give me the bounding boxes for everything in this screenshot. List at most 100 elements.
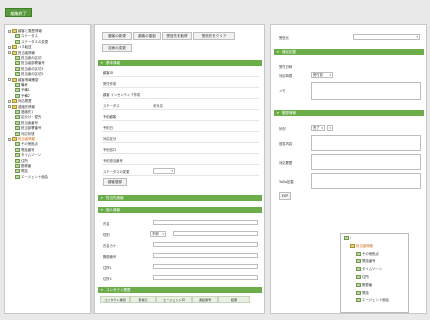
tree-item-label: その他拠点 <box>21 142 38 147</box>
basic-field-value: 未対応 <box>153 104 163 108</box>
person-field-input[interactable] <box>153 242 258 247</box>
popup-tree-label: 住所 <box>362 275 369 279</box>
copy-customer-button[interactable]: 顧客の複製 <box>133 32 161 40</box>
response-time-select[interactable]: 受付前 <box>311 72 333 78</box>
change-tech-button[interactable]: 技術の変更 <box>102 44 132 52</box>
person-field-input[interactable] <box>153 253 258 258</box>
contact-column-header[interactable]: 受信元 <box>130 296 156 303</box>
field-icon <box>15 93 20 98</box>
status-change-select[interactable] <box>153 168 175 174</box>
field-icon <box>15 56 20 60</box>
tree-item[interactable]: タイムゾーン <box>15 153 41 158</box>
field-icon <box>15 164 20 168</box>
tree-item[interactable]: ハネ転送 <box>8 45 32 50</box>
register-customer-button[interactable]: 顧客登録 <box>103 178 127 186</box>
row-divider <box>102 109 259 110</box>
expand-toggle-icon[interactable] <box>8 105 11 109</box>
receiver-label: 受信元 <box>279 36 289 40</box>
section-contact-header[interactable]: コンタクト履歴 <box>98 287 262 293</box>
answer-textarea[interactable] <box>311 135 421 151</box>
section-other-header[interactable]: 補足記載 <box>274 49 424 55</box>
contact-column-header[interactable]: 通話番号 <box>192 296 218 303</box>
clear-receiver-button[interactable]: 受信先をクリア <box>193 32 235 40</box>
popup-tree-item[interactable]: タイムゾーン <box>356 267 382 272</box>
field-icon <box>15 72 20 77</box>
tree-item[interactable]: 担当者の区切2 <box>15 72 44 77</box>
folder-icon <box>12 50 17 55</box>
field-tree-panel: 顧客と履歴情報 ステータス ステータスの変更 ハネ転送 担当者情報 担当者の区切 担当者部署… <box>4 24 91 314</box>
section-basic-header[interactable]: 基本情報 <box>98 60 262 66</box>
status-sub-select[interactable] <box>327 125 333 131</box>
popup-tree-item[interactable]: 電話番号 <box>356 259 376 264</box>
person-field-label: 氏名カナ <box>103 244 117 248</box>
tree-item[interactable]: 担当者部署番号 <box>15 61 45 66</box>
field-icon <box>15 142 20 147</box>
tree-item[interactable]: ステータス <box>15 34 38 39</box>
popup-tree-item[interactable]: 担当者情報 <box>350 243 373 249</box>
popup-tree-label: その他拠点 <box>362 251 379 256</box>
row-divider <box>102 131 259 132</box>
section-person-header[interactable]: 個人情報 <box>98 207 262 213</box>
expand-toggle-icon[interactable] <box>8 51 11 55</box>
tree-item[interactable]: 顧客情報確認 <box>8 77 38 83</box>
receiver-select[interactable] <box>353 34 420 40</box>
person-field-input[interactable] <box>173 231 258 236</box>
tree-item[interactable]: 担当部署番号 <box>15 126 41 131</box>
todo-textarea[interactable] <box>311 173 421 189</box>
popup-tree-item[interactable]: エージェント面会 <box>356 298 389 303</box>
tree-item[interactable]: 対応履歴 <box>8 99 32 104</box>
section-branch-header[interactable]: 担当先情報 <box>98 195 262 201</box>
person-field-label: 性別 <box>103 233 110 237</box>
field-icon <box>15 61 20 66</box>
basic-field-label: 予約担当番号 <box>103 159 123 163</box>
popup-tree-label: 電話 <box>362 290 369 295</box>
tree-item[interactable]: 予備1 <box>15 88 30 93</box>
memo-textarea[interactable] <box>311 82 421 100</box>
contact-column-header[interactable]: エージェントID <box>156 296 192 303</box>
popup-tree-item[interactable]: 住所 <box>356 275 369 280</box>
tree-item[interactable]: その他拠点 <box>15 142 38 147</box>
get-receiver-button[interactable]: 受信先を取得 <box>162 32 192 40</box>
row-divider <box>102 120 259 121</box>
tree-item[interactable]: 電話 <box>15 169 28 174</box>
folder-icon <box>12 77 17 82</box>
popup-tree-item[interactable]: 郵便番 <box>356 282 372 288</box>
tree-item[interactable]: エージェント面会 <box>15 174 48 180</box>
person-field-input[interactable] <box>153 220 258 225</box>
new-customer-button[interactable]: 顧客の新規 <box>102 32 132 40</box>
expand-toggle-icon[interactable] <box>8 29 11 33</box>
drag-tree-popup: ! 担当者情報その他拠点電話番号タイムゾーン住所郵便番電話エージェント面会 <box>340 233 409 313</box>
basic-field-label: 予約顧客 <box>103 115 117 119</box>
contact-column-header[interactable]: 結果 <box>218 296 250 303</box>
popup-tree-item[interactable]: 電話 <box>356 290 369 296</box>
edit-button[interactable]: ESP <box>279 192 291 200</box>
popup-tree-item[interactable]: ! <box>344 236 351 241</box>
person-field-input[interactable] <box>153 275 258 280</box>
contact-column-header[interactable]: コンタクト種別 <box>100 296 130 303</box>
tree-item[interactable]: 連絡先情報 <box>8 104 35 110</box>
history-textarea[interactable] <box>311 154 421 170</box>
tree-item[interactable]: 住所 <box>15 158 28 164</box>
tree-item[interactable]: 担当者情報 <box>8 50 35 56</box>
expand-toggle-icon[interactable] <box>8 78 11 82</box>
basic-field-label: ステータス <box>103 104 120 108</box>
gender-select[interactable]: 不明 <box>150 231 166 237</box>
popup-tree-item[interactable]: その他拠点 <box>356 251 379 257</box>
tree-item-label: タイムゾーン <box>21 153 42 158</box>
expand-toggle-icon[interactable] <box>8 99 11 103</box>
expand-toggle-icon[interactable] <box>8 45 11 49</box>
tree-item-label: 連絡先情報 <box>18 104 35 109</box>
status-select[interactable]: 完了 <box>311 125 325 131</box>
tree-item-label: 担当部署番号 <box>21 126 42 131</box>
tree-item[interactable]: 対応状態 <box>15 131 35 137</box>
finish-edit-button[interactable]: 編集終了 <box>5 8 32 17</box>
tree-item[interactable]: 区分け・優先 <box>15 115 41 120</box>
expand-toggle-icon[interactable] <box>8 137 11 141</box>
person-field-input[interactable] <box>153 264 258 269</box>
field-icon <box>15 174 20 179</box>
basic-field-label: 対応区分 <box>103 137 117 141</box>
basic-field-label: ステータスの変更 <box>103 170 130 174</box>
tree-item-label: 顧客と履歴情報 <box>18 29 42 33</box>
tree-item-label: 予備1 <box>21 88 30 93</box>
section-account-header[interactable]: 履歴情報 <box>274 110 424 116</box>
